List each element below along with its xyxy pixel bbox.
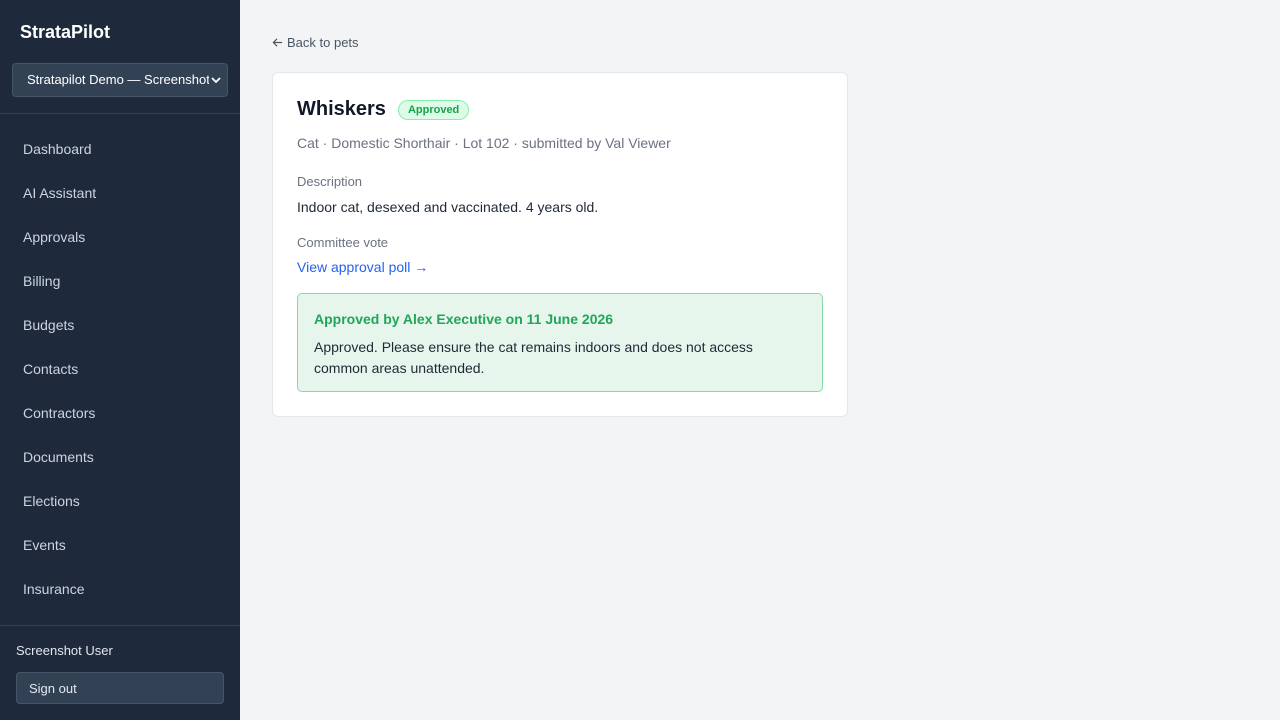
sidebar-item-insurance[interactable]: Insurance bbox=[0, 567, 240, 611]
back-to-pets-link[interactable]: Back to pets bbox=[272, 35, 359, 50]
sidebar-item-budgets[interactable]: Budgets bbox=[0, 303, 240, 347]
sidebar-item-documents[interactable]: Documents bbox=[0, 435, 240, 479]
pet-title-row: Whiskers Approved bbox=[297, 98, 470, 121]
view-approval-poll-link[interactable]: View approval poll → bbox=[297, 259, 428, 275]
pet-name: Whiskers bbox=[297, 98, 386, 120]
sidebar-divider bbox=[0, 113, 240, 114]
approval-note: Approved. Please ensure the cat remains … bbox=[314, 339, 753, 376]
description-label: Description bbox=[297, 174, 363, 189]
back-link-label: Back to pets bbox=[287, 35, 359, 50]
sidebar-item-elections[interactable]: Elections bbox=[0, 479, 240, 523]
current-user-name: Screenshot User bbox=[16, 643, 113, 658]
approval-notice: Approved by Alex Executive on 11 June 20… bbox=[297, 293, 823, 392]
arrow-left-icon bbox=[272, 38, 283, 47]
org-selector[interactable]: Stratapilot Demo — Screenshot bbox=[12, 63, 228, 97]
chevron-down-icon bbox=[209, 64, 223, 96]
sidebar-item-approvals[interactable]: Approvals bbox=[0, 215, 240, 259]
pet-meta: Cat · Domestic Shorthair · Lot 102 · sub… bbox=[297, 135, 671, 151]
sidebar-divider bbox=[0, 625, 240, 626]
sidebar-nav: Dashboard AI Assistant Approvals Billing… bbox=[0, 127, 240, 611]
sidebar-item-contacts[interactable]: Contacts bbox=[0, 347, 240, 391]
pet-description: Indoor cat, desexed and vaccinated. 4 ye… bbox=[297, 199, 599, 215]
sidebar-item-billing[interactable]: Billing bbox=[0, 259, 240, 303]
sidebar-item-events[interactable]: Events bbox=[0, 523, 240, 567]
status-badge: Approved bbox=[397, 99, 470, 120]
org-selector-value: Stratapilot Demo — Screenshot bbox=[27, 72, 210, 87]
sidebar-item-dashboard[interactable]: Dashboard bbox=[0, 127, 240, 171]
sign-out-button[interactable]: Sign out bbox=[16, 672, 224, 704]
sidebar-item-ai-assistant[interactable]: AI Assistant bbox=[0, 171, 240, 215]
sidebar: StrataPilot Stratapilot Demo — Screensho… bbox=[0, 0, 240, 720]
approval-heading: Approved by Alex Executive on 11 June 20… bbox=[314, 311, 614, 327]
sidebar-item-contractors[interactable]: Contractors bbox=[0, 391, 240, 435]
committee-vote-label: Committee vote bbox=[297, 235, 389, 250]
app-brand: StrataPilot bbox=[20, 22, 111, 42]
pet-detail-card: Whiskers Approved Cat · Domestic Shortha… bbox=[272, 72, 848, 417]
